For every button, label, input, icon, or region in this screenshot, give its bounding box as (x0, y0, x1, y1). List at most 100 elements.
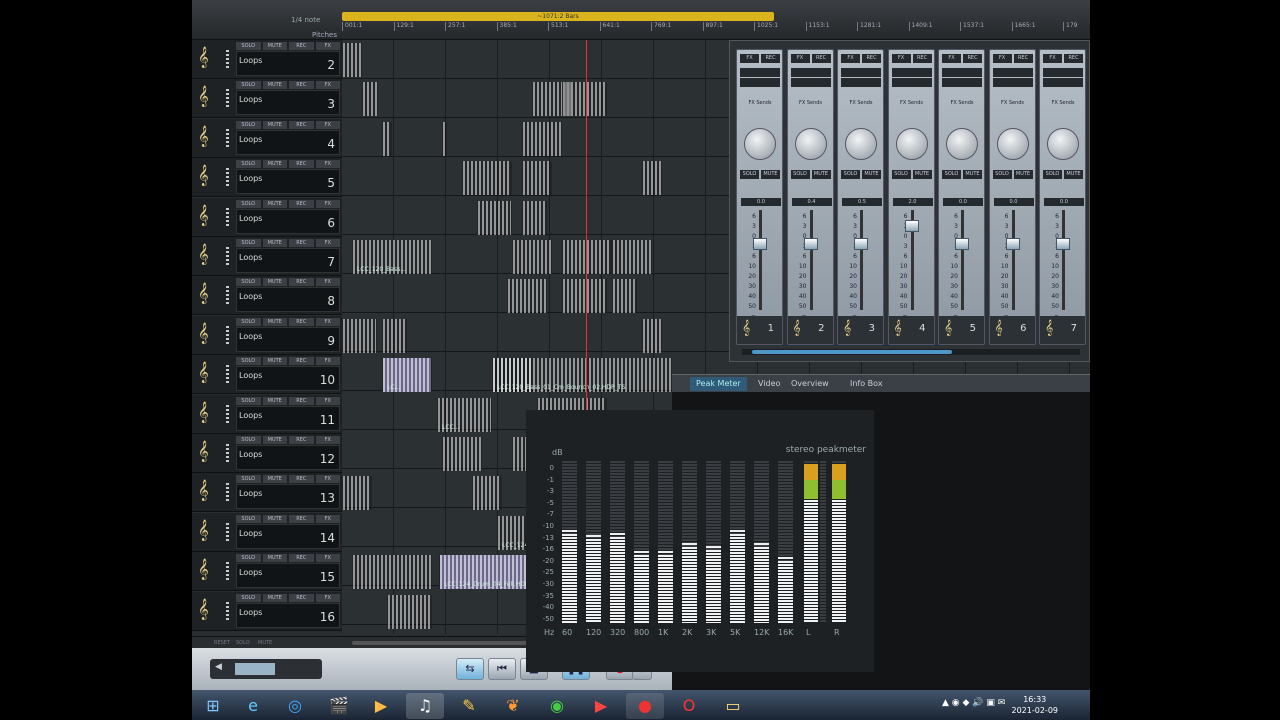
pan-knob[interactable] (895, 128, 928, 160)
taskbar-app-3[interactable]: 🎬 (320, 693, 358, 719)
track-solo-button[interactable]: SOLO (236, 436, 261, 444)
audio-clip[interactable] (342, 318, 377, 353)
track-name-box[interactable]: Loops 16 (236, 602, 340, 628)
track-header[interactable]: 𝄞 SOLO MUTE REC FX Loops 2 (192, 40, 342, 79)
input-dropdown[interactable] (891, 68, 932, 77)
channel-input-select[interactable] (841, 68, 881, 77)
channel-mute-button[interactable]: MUTE (963, 170, 982, 179)
audio-clip[interactable] (442, 437, 482, 471)
pan-knob[interactable] (946, 128, 978, 160)
instrument-icon[interactable]: 𝄞 (198, 283, 220, 305)
zoom-control[interactable]: ◀ (210, 659, 322, 679)
audio-clip[interactable]: LC... (382, 358, 432, 393)
channel-input-select[interactable] (740, 68, 780, 77)
instrument-icon[interactable]: 𝄞 (198, 362, 220, 384)
track-header[interactable]: 𝄞 SOLO MUTE REC FX Loops 6 (192, 197, 342, 237)
channel-rec-button[interactable]: REC (1064, 54, 1083, 63)
track-name-box[interactable]: Loops 10 (236, 366, 340, 392)
output-dropdown[interactable] (790, 78, 831, 87)
instrument-icon[interactable]: 𝄞 (198, 244, 220, 266)
pan-knob[interactable] (996, 128, 1029, 160)
track-name-box[interactable]: Loops 3 (236, 90, 340, 116)
audio-clip[interactable] (472, 476, 502, 511)
track-fx-button[interactable]: FX (315, 514, 340, 523)
channel-input-select[interactable] (1043, 68, 1083, 77)
track-mute-button[interactable]: MUTE (262, 239, 287, 247)
output-dropdown[interactable] (992, 78, 1033, 87)
instrument-icon[interactable]: 𝄞 (198, 480, 220, 502)
taskbar-fl-studio[interactable]: ❦ (494, 693, 532, 719)
channel-output-select[interactable] (841, 78, 881, 87)
track-header[interactable]: 𝄞 SOLO MUTE REC FX Loops 15 (192, 552, 342, 592)
track-mute-button[interactable]: MUTE (262, 593, 287, 602)
horizontal-scrollbar[interactable] (352, 641, 532, 645)
channel-solo-button[interactable]: SOLO (891, 170, 911, 179)
track-rec-button[interactable]: REC (289, 593, 314, 602)
track-header[interactable]: 𝄞 SOLO MUTE REC FX Loops 7 (192, 237, 342, 276)
channel-solo-button[interactable]: SOLO (992, 170, 1012, 179)
track-rec-button[interactable]: REC (289, 160, 314, 169)
track-solo-button[interactable]: SOLO (236, 475, 261, 484)
channel-fx-button[interactable]: FX (992, 54, 1012, 63)
volume-fader[interactable] (753, 238, 767, 250)
track-name-box[interactable]: Loops 15 (236, 563, 340, 589)
audio-clip[interactable]: LCC_120_Bass_01_Cm_Bounch_02.HDP_TS (492, 358, 672, 393)
zoom-slider[interactable] (235, 663, 275, 675)
instrument-icon[interactable]: 𝄞 (198, 402, 220, 424)
audio-clip[interactable] (387, 594, 432, 629)
channel-fx-button[interactable]: FX (942, 54, 961, 63)
taskbar-app-6[interactable]: ✎ (450, 693, 488, 719)
track-fx-button[interactable]: FX (315, 160, 340, 169)
volume-fader[interactable] (904, 220, 919, 232)
track-name-box[interactable]: Loops 8 (236, 287, 340, 313)
track-solo-button[interactable]: SOLO (236, 120, 261, 129)
track-solo-button[interactable]: SOLO (236, 357, 261, 366)
volume-fader[interactable] (803, 238, 818, 250)
track-name-box[interactable]: Loops 11 (236, 405, 340, 431)
track-mute-button[interactable]: MUTE (262, 160, 287, 169)
input-dropdown[interactable] (992, 68, 1033, 77)
track-mute-button[interactable]: MUTE (262, 554, 287, 563)
track-fx-button[interactable]: FX (315, 42, 340, 50)
audio-clip[interactable] (382, 318, 407, 353)
track-name-box[interactable]: Loops 14 (236, 523, 340, 549)
pan-knob[interactable] (845, 128, 877, 160)
taskbar-app-9[interactable]: ▶ (582, 693, 620, 719)
channel-input-select[interactable] (790, 68, 831, 77)
timeline-ruler[interactable]: 1/4 note ~1071:2 Bars 001:1 129:1 257:1 385… (192, 0, 1090, 40)
tab-video[interactable]: Video (752, 377, 786, 391)
audio-clip[interactable] (642, 161, 662, 196)
track-mute-button[interactable]: MUTE (262, 514, 287, 523)
audio-clip[interactable] (507, 279, 547, 314)
track-mute-button[interactable]: MUTE (262, 120, 287, 129)
audio-clip[interactable] (462, 161, 512, 196)
instrument-icon[interactable]: 𝄞 (198, 323, 220, 345)
channel-input-select[interactable] (942, 68, 982, 77)
channel-fx-button[interactable]: FX (740, 54, 759, 63)
track-fx-button[interactable]: FX (315, 475, 340, 484)
output-dropdown[interactable] (942, 78, 982, 87)
channel-output-select[interactable] (790, 78, 831, 87)
track-fx-button[interactable]: FX (315, 357, 340, 366)
volume-fader[interactable] (955, 238, 969, 250)
track-solo-button[interactable]: SOLO (236, 396, 261, 405)
taskbar-explorer[interactable]: ▭ (714, 693, 752, 719)
volume-fader[interactable] (1056, 238, 1070, 250)
taskbar-opera[interactable]: O (670, 693, 708, 719)
track-name-box[interactable]: Loops 5 (236, 169, 340, 195)
audio-clip[interactable] (477, 200, 512, 235)
instrument-icon[interactable]: 𝄞 (198, 165, 220, 187)
input-dropdown[interactable] (740, 68, 780, 77)
track-header[interactable]: 𝄞 SOLO MUTE REC FX Loops 8 (192, 276, 342, 316)
channel-rec-button[interactable]: REC (761, 54, 780, 63)
track-solo-button[interactable]: SOLO (236, 278, 261, 287)
channel-rec-button[interactable]: REC (912, 54, 932, 63)
channel-solo-button[interactable]: SOLO (790, 170, 810, 179)
system-tray[interactable]: ▲ ◉ ◆ 🔊 ▣ ✉ (942, 698, 1005, 708)
track-fx-button[interactable]: FX (315, 81, 340, 90)
loop-range-bar[interactable]: ~1071:2 Bars (342, 12, 774, 21)
instrument-icon[interactable]: 𝄞 (198, 559, 220, 581)
track-fx-button[interactable]: FX (315, 199, 340, 208)
output-dropdown[interactable] (891, 78, 932, 87)
solo-all-button[interactable]: SOLO (236, 640, 250, 646)
